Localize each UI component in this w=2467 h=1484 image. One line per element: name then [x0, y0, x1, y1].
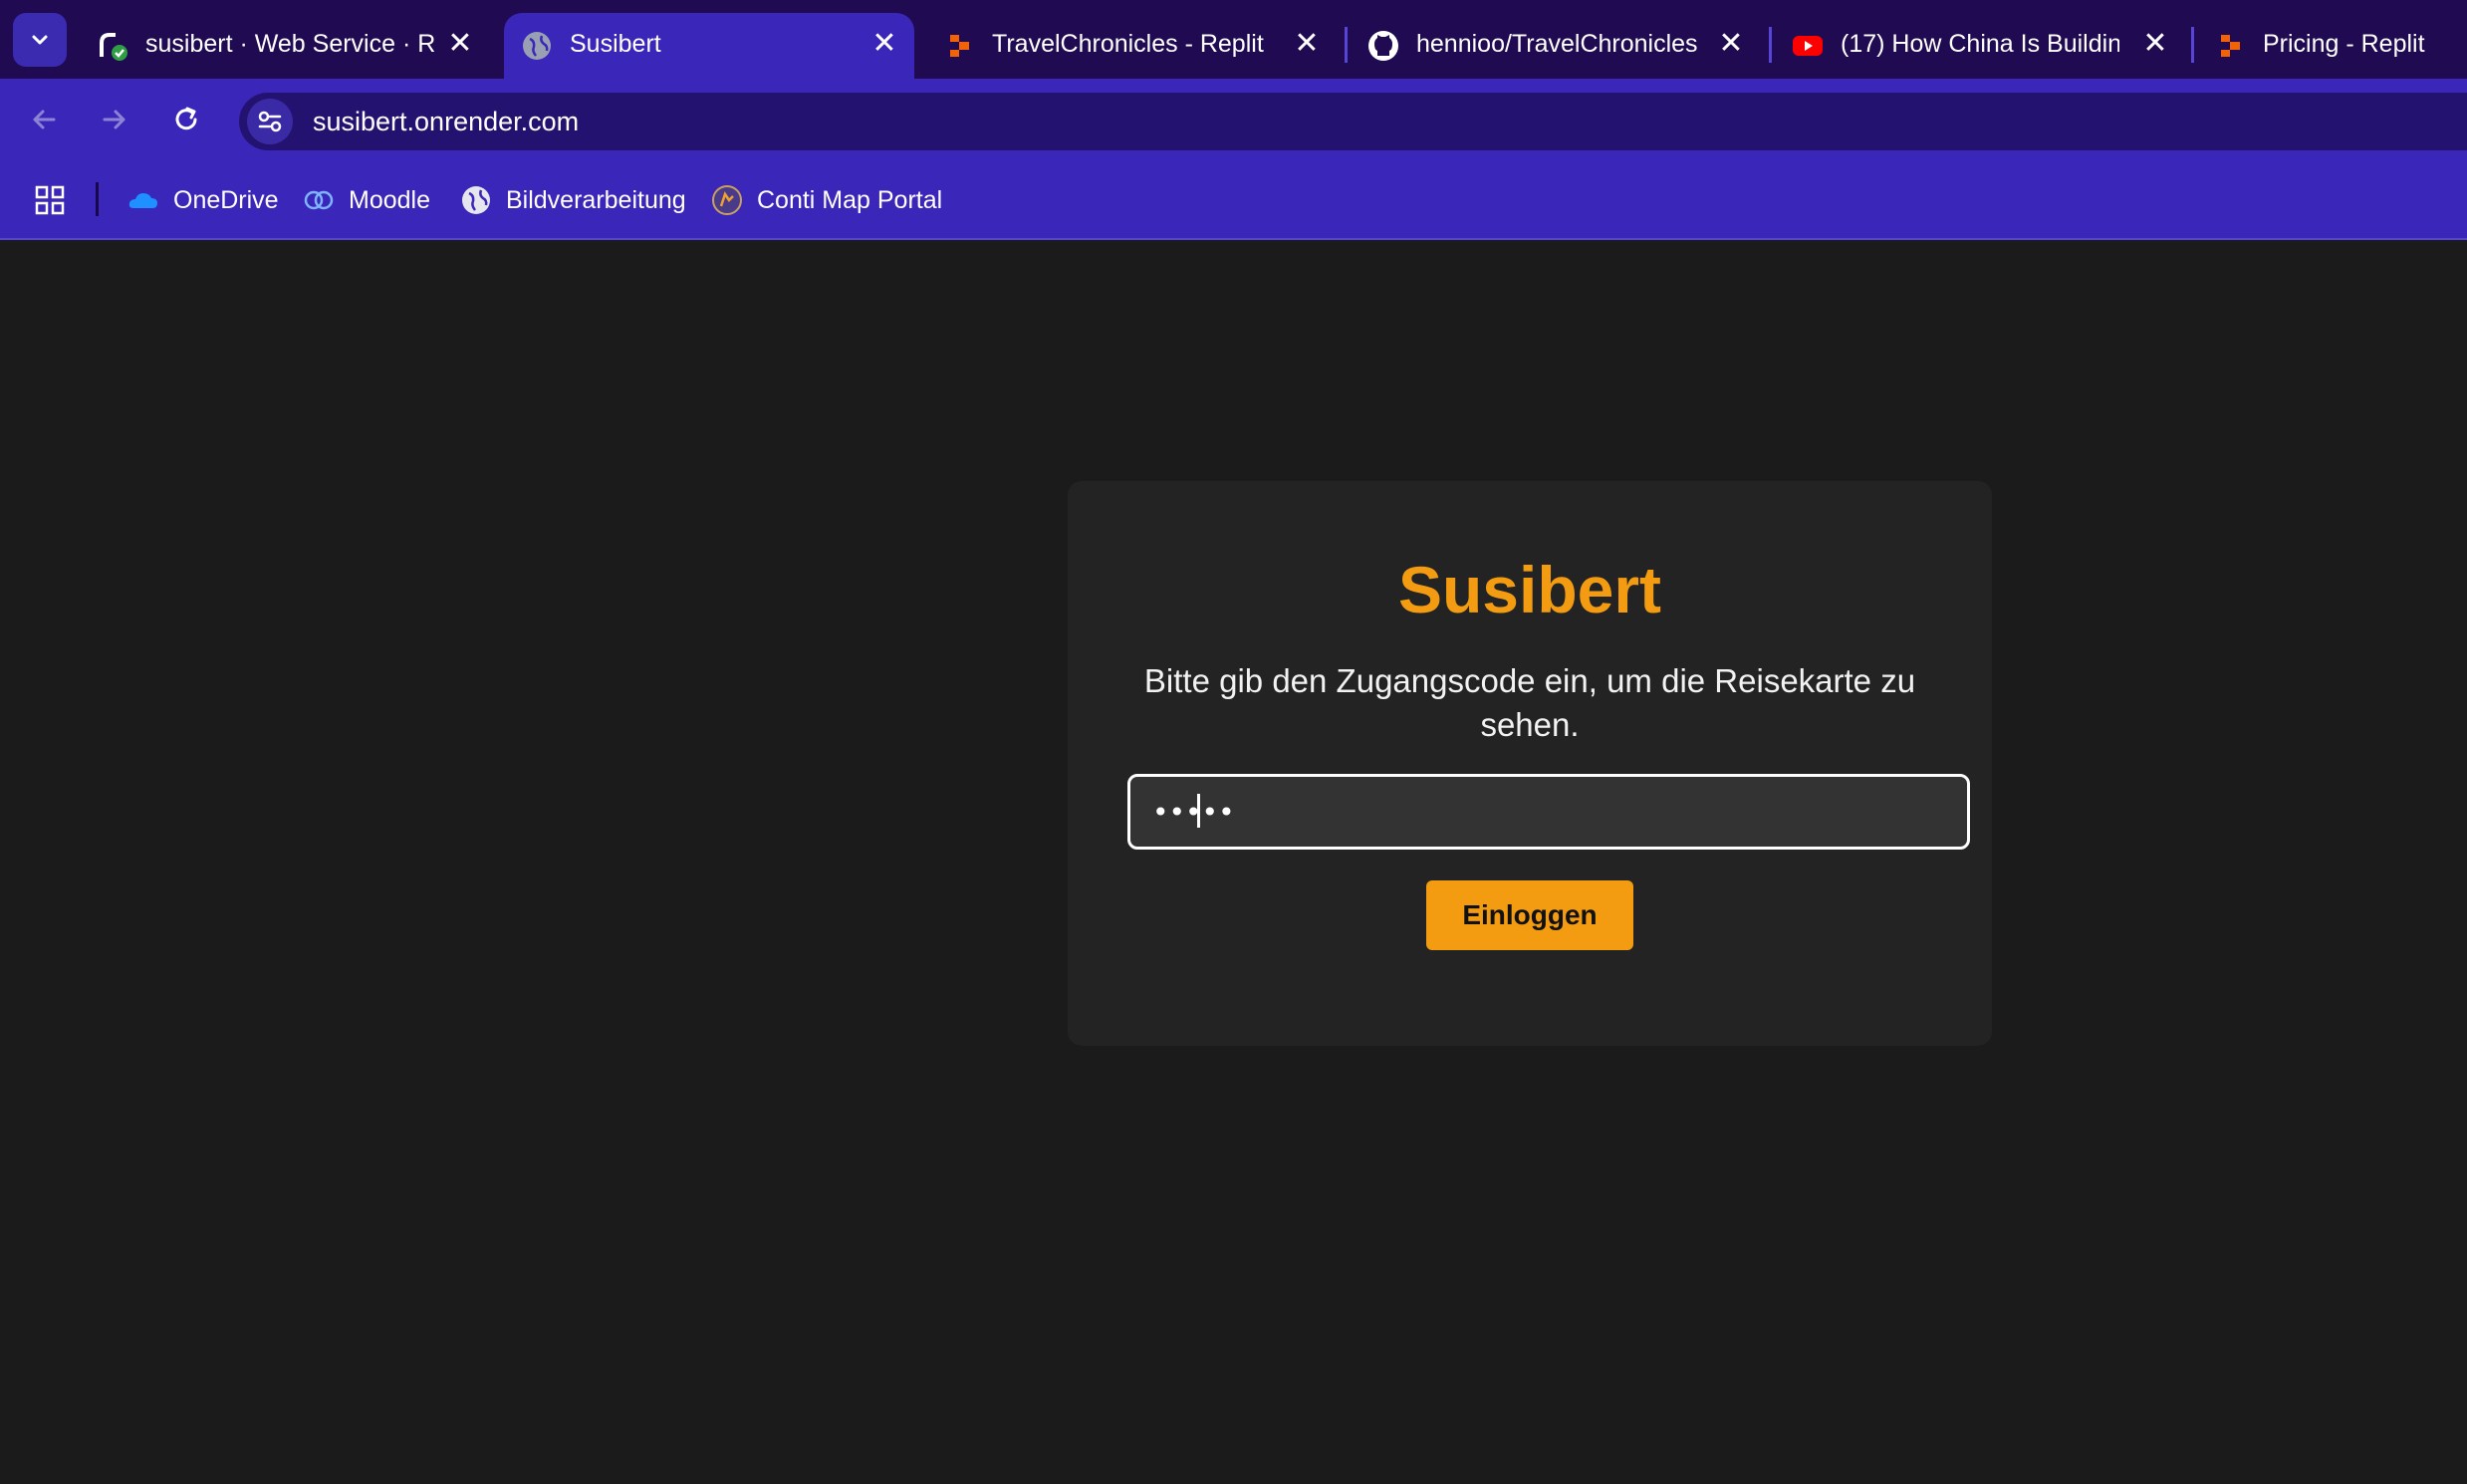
- tab-travelchronicles-replit[interactable]: TravelChronicles - Replit ✕: [926, 13, 1329, 79]
- close-icon[interactable]: ✕: [1291, 28, 1323, 60]
- bookmark-label: OneDrive: [173, 185, 279, 214]
- bookmark-label: Moodle: [349, 185, 430, 214]
- bookmarks-bar: OneDrive Moodle Bildverarbeitung Conti M…: [0, 160, 2467, 240]
- tab-title: Susibert: [570, 30, 661, 58]
- globe-icon: [460, 184, 492, 216]
- apps-button[interactable]: [34, 180, 66, 220]
- tab-susibert[interactable]: Susibert ✕: [504, 13, 914, 79]
- conti-icon: [711, 184, 743, 216]
- access-code-field[interactable]: [1127, 774, 1970, 850]
- tab-separator: [1345, 27, 1348, 63]
- replit-icon: [2221, 35, 2240, 57]
- youtube-icon: [1793, 36, 1823, 56]
- bookmark-bildverarbeitung[interactable]: Bildverarbeitung: [460, 180, 686, 220]
- tab-title: Pricing - Replit: [2263, 30, 2425, 58]
- arrow-right-icon: [103, 110, 125, 129]
- address-bar[interactable]: susibert.onrender.com: [239, 93, 2467, 150]
- tab-title: TravelChronicles - Replit: [992, 30, 1264, 58]
- close-icon[interactable]: ✕: [868, 28, 900, 60]
- login-button[interactable]: Einloggen: [1426, 880, 1633, 950]
- tab-pricing-replit[interactable]: Pricing - Replit: [2197, 13, 2467, 79]
- tab-github[interactable]: hennioo/TravelChronicles ✕: [1351, 13, 1763, 79]
- tab-search-button[interactable]: [13, 13, 67, 67]
- page-title: Susibert: [1397, 553, 1662, 626]
- replit-icon: [950, 35, 969, 57]
- render-icon: [100, 33, 127, 61]
- bookmark-label: Bildverarbeitung: [506, 185, 686, 214]
- bookmark-conti-map-portal[interactable]: Conti Map Portal: [711, 180, 942, 220]
- bookmark-label: Conti Map Portal: [757, 185, 943, 214]
- url-text: susibert.onrender.com: [313, 107, 580, 136]
- arrow-left-icon: [33, 110, 56, 129]
- reload-icon: [175, 107, 197, 130]
- tab-title: (17) How China Is Building: [1841, 30, 2119, 58]
- browser-toolbar: susibert.onrender.com: [0, 79, 2467, 160]
- chevron-down-icon: [32, 35, 48, 45]
- globe-icon: [523, 32, 551, 60]
- moodle-icon: [303, 184, 335, 216]
- close-icon[interactable]: ✕: [2139, 28, 2171, 60]
- tab-title: susibert · Web Service · Re: [145, 30, 434, 58]
- apps-grid-icon: [35, 185, 65, 215]
- tab-strip: susibert · Web Service · Re ✕ Susibert ✕…: [0, 0, 2467, 79]
- tab-render[interactable]: susibert · Web Service · Re ✕: [80, 13, 498, 79]
- close-icon[interactable]: ✕: [1715, 28, 1747, 60]
- forward-button[interactable]: [92, 97, 137, 142]
- reload-button[interactable]: [163, 97, 209, 142]
- bookmarks-separator: [96, 182, 99, 216]
- tune-icon: [258, 111, 282, 132]
- tab-youtube[interactable]: (17) How China Is Building ✕: [1775, 13, 2185, 79]
- site-info-button[interactable]: [247, 99, 293, 144]
- onedrive-icon: [127, 184, 159, 216]
- close-icon[interactable]: ✕: [444, 28, 476, 60]
- github-icon: [1368, 31, 1398, 61]
- back-button[interactable]: [21, 97, 67, 142]
- text-caret: [1197, 794, 1200, 828]
- tab-title: hennioo/TravelChronicles: [1416, 30, 1698, 58]
- bookmark-moodle[interactable]: Moodle: [303, 180, 430, 220]
- tab-separator: [1769, 27, 1772, 63]
- bookmark-onedrive[interactable]: OneDrive: [127, 180, 279, 220]
- access-code-prompt: Bitte gib den Zugangscode ein, um die Re…: [1143, 662, 1916, 743]
- tab-separator: [2191, 27, 2194, 63]
